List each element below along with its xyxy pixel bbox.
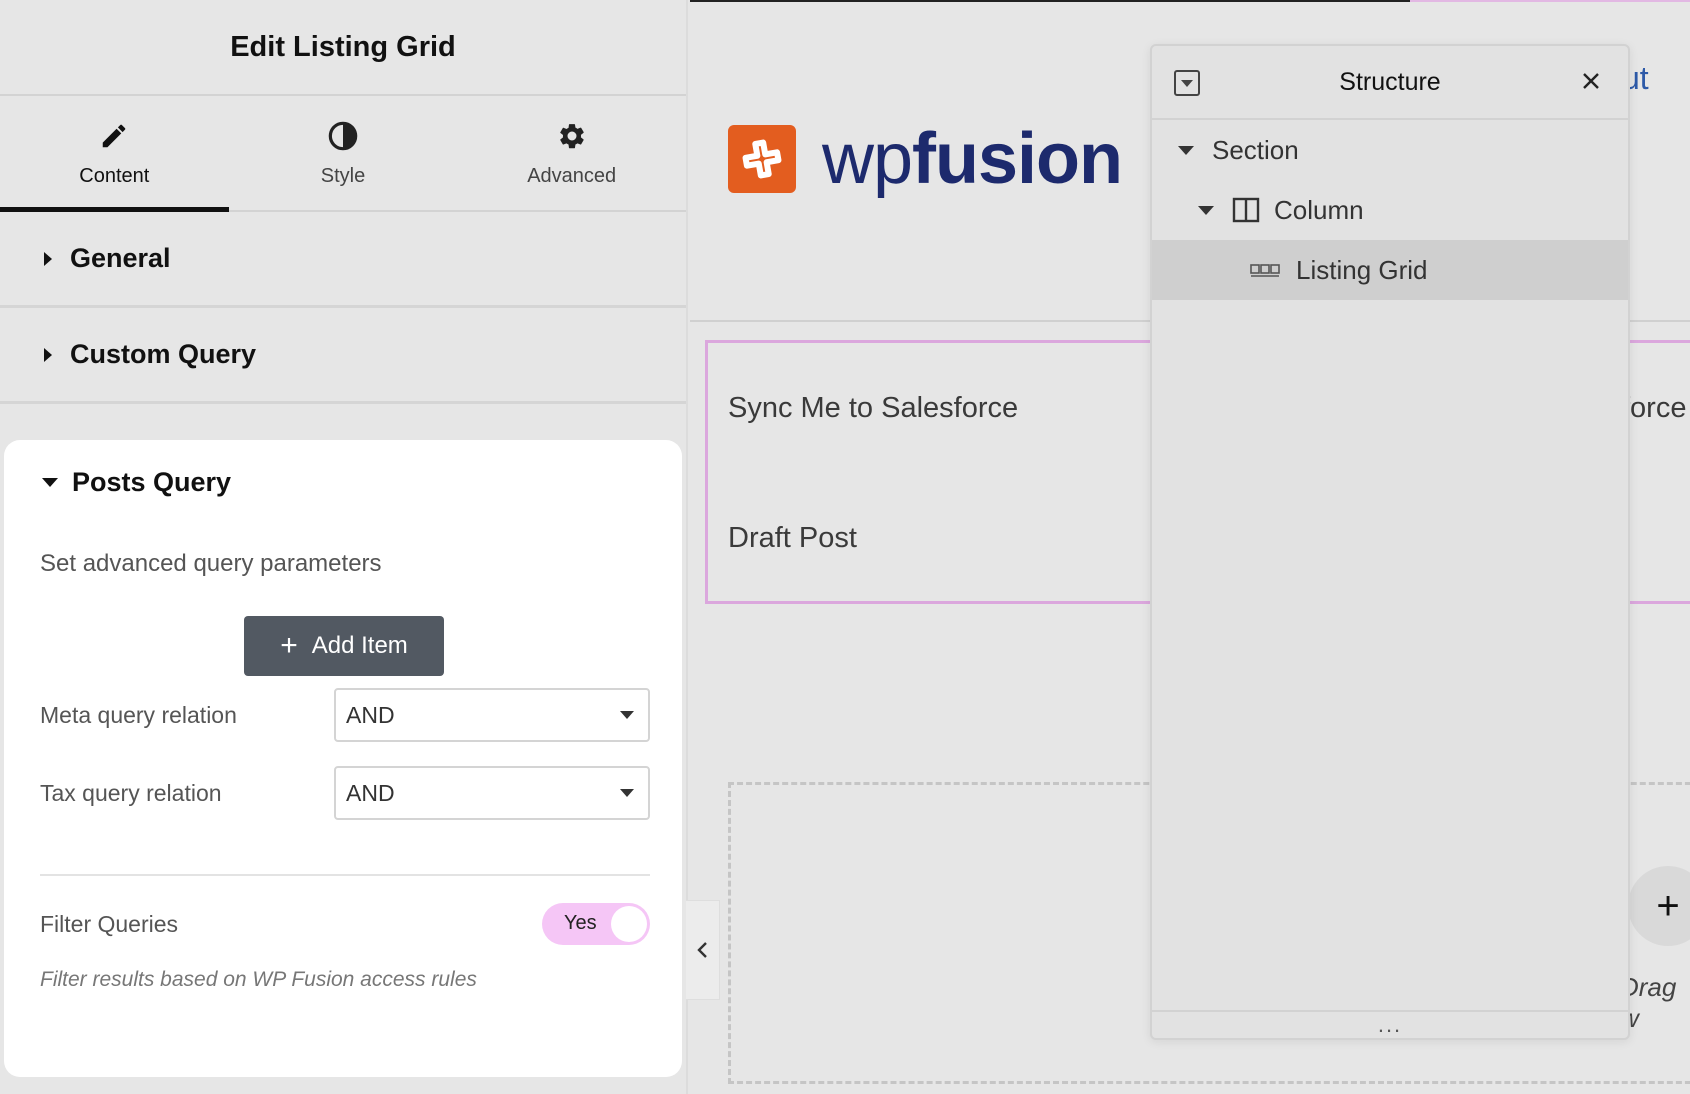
tab-label: Style	[320, 164, 366, 187]
add-item-label: Add Item	[311, 632, 408, 659]
filter-queries-row: Filter Queries Yes	[40, 902, 650, 946]
logo-text-fusion: fusion	[912, 119, 1123, 199]
meta-query-relation-select[interactable]: AND	[334, 688, 650, 742]
navigator-title: Structure	[1339, 67, 1441, 96]
filter-queries-label: Filter Queries	[40, 910, 179, 937]
listing-item-title-fragment[interactable]: force	[1622, 392, 1686, 425]
tab-label: Content	[79, 164, 150, 187]
listing-grid-icon	[1250, 262, 1280, 278]
plus-icon: +	[280, 629, 298, 662]
structure-navigator: Structure Section Column Listing Grid ..…	[1150, 44, 1630, 1040]
chevron-down-icon	[620, 789, 634, 797]
caret-right-icon	[44, 347, 52, 362]
meta-query-relation-label: Meta query relation	[40, 701, 237, 728]
navigator-item-listing-grid[interactable]: Listing Grid	[1152, 240, 1628, 300]
section-posts-query-header[interactable]: Posts Query	[4, 440, 682, 524]
navigator-item-label: Section	[1212, 134, 1299, 165]
toggle-label: Yes	[564, 912, 597, 934]
caret-right-icon	[44, 251, 52, 266]
navigator-item-label: Column	[1274, 194, 1364, 225]
gear-icon	[555, 119, 589, 153]
toggle-knob	[611, 906, 647, 942]
pencil-icon	[97, 119, 131, 153]
collapse-panel-button[interactable]	[686, 900, 720, 1000]
wpfusion-logo: wpfusion	[728, 118, 1123, 200]
tab-advanced[interactable]: Advanced	[457, 96, 686, 210]
caret-down-icon	[1198, 205, 1214, 215]
select-value: AND	[346, 779, 395, 806]
navigator-resize-handle[interactable]: ...	[1152, 1010, 1628, 1038]
canvas-top-border	[690, 0, 1410, 2]
tax-query-relation-row: Tax query relation AND	[40, 766, 650, 820]
tax-query-relation-select[interactable]: AND	[334, 766, 650, 820]
chevron-left-icon	[696, 942, 707, 958]
caret-down-icon	[1178, 145, 1194, 155]
listing-item-title[interactable]: Sync Me to Salesforce	[728, 392, 1018, 425]
canvas-top-highlight	[1410, 0, 1690, 2]
navigator-item-label: Listing Grid	[1296, 254, 1428, 285]
tab-style[interactable]: Style	[229, 96, 458, 210]
divider	[40, 874, 650, 876]
navigator-collapse-icon[interactable]	[1174, 70, 1200, 96]
navigator-item-column[interactable]: Column	[1152, 180, 1628, 240]
posts-query-section: Posts Query Set advanced query parameter…	[4, 440, 682, 1077]
caret-down-icon	[42, 477, 58, 487]
posts-query-description: Set advanced query parameters	[40, 550, 382, 577]
tab-content[interactable]: Content	[0, 96, 229, 212]
filter-queries-help: Filter results based on WP Fusion access…	[40, 968, 477, 991]
section-label: General	[70, 243, 171, 273]
section-custom-query[interactable]: Custom Query	[0, 308, 686, 404]
plus-icon: +	[1656, 883, 1680, 928]
column-icon	[1232, 197, 1260, 223]
tab-label: Advanced	[527, 164, 617, 187]
logo-badge-icon	[728, 125, 796, 193]
meta-query-relation-row: Meta query relation AND	[40, 688, 650, 742]
editor-panel: Edit Listing Grid Content Style Advanced…	[0, 0, 688, 1094]
panel-tabs: Content Style Advanced	[0, 96, 686, 212]
tax-query-relation-label: Tax query relation	[40, 779, 222, 806]
navigator-item-section[interactable]: Section	[1152, 120, 1628, 180]
listing-item-title[interactable]: Draft Post	[728, 522, 857, 555]
section-general[interactable]: General	[0, 212, 686, 308]
triangle-down-icon	[1181, 79, 1193, 87]
section-label: Custom Query	[70, 339, 257, 369]
panel-header: Edit Listing Grid	[0, 0, 686, 96]
section-label: Posts Query	[72, 466, 232, 497]
filter-queries-toggle[interactable]: Yes	[542, 903, 650, 945]
drag-hint-text: Drag w	[1620, 972, 1677, 1033]
logo-wordmark: wpfusion	[822, 118, 1123, 200]
contrast-icon	[326, 119, 360, 153]
panel-title: Edit Listing Grid	[230, 30, 456, 63]
close-icon[interactable]	[1576, 66, 1606, 96]
chevron-down-icon	[620, 711, 634, 719]
logo-text-wp: wp	[822, 119, 913, 199]
add-item-button[interactable]: + Add Item	[244, 616, 444, 676]
select-value: AND	[346, 701, 395, 728]
navigator-header[interactable]: Structure	[1152, 46, 1628, 120]
